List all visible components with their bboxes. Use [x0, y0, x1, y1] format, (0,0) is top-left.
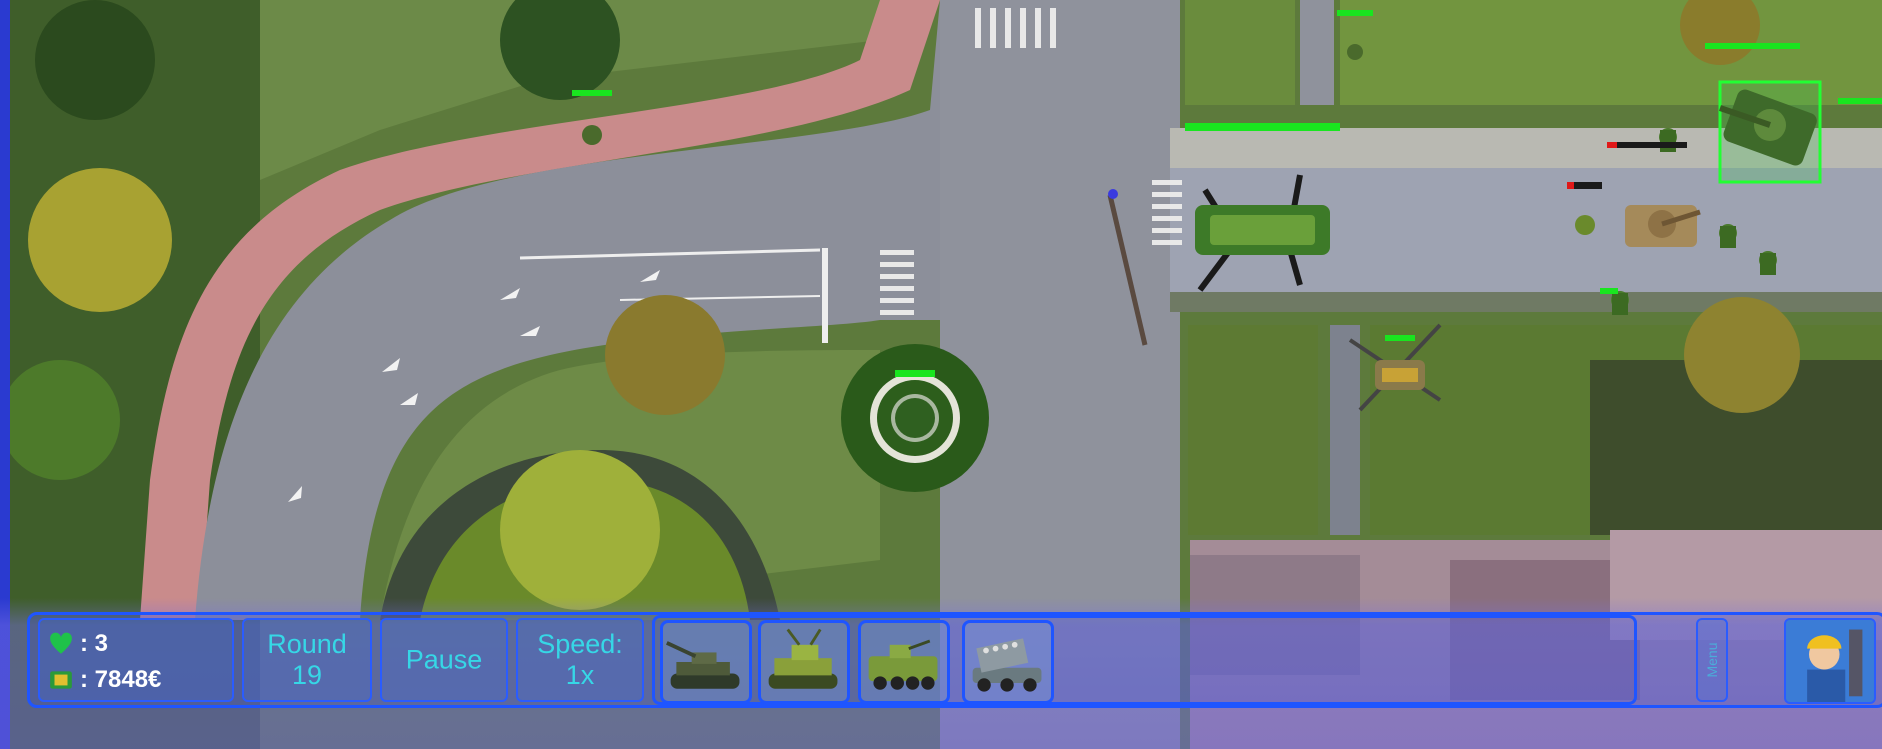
- money-row: : 7848€: [48, 666, 161, 694]
- tank-icon: [666, 641, 740, 689]
- speed-label: Speed:: [537, 629, 623, 659]
- unit-card-apc[interactable]: [858, 620, 950, 704]
- rocket-launcher-icon: [972, 638, 1042, 692]
- lives-row: : 3: [48, 630, 108, 658]
- aa-tank-icon: [768, 628, 838, 689]
- tank-health-bar: [1705, 43, 1800, 49]
- money-icon: [50, 671, 72, 689]
- unit-card-tank[interactable]: [660, 620, 752, 704]
- stats-panel: : 3 : 7848€: [38, 618, 234, 702]
- enemy-tank-desert[interactable]: [1625, 205, 1701, 247]
- round-label: Round: [267, 629, 347, 659]
- pause-label: Pause: [405, 644, 483, 675]
- desert-tank-health-bar: [1567, 182, 1574, 189]
- enemy-soldier[interactable]: [1575, 215, 1595, 235]
- walker-health-bar: [1185, 123, 1340, 131]
- speed-value: 1x: [565, 660, 595, 690]
- round-value: 19: [291, 660, 323, 690]
- drone-health-bar: [1385, 335, 1415, 341]
- pause-button[interactable]: Pause: [380, 618, 508, 702]
- enemy-soldier[interactable]: [1611, 291, 1629, 315]
- soldier-health-bar: [1600, 288, 1618, 294]
- unit-card-rocket-launcher[interactable]: [962, 620, 1054, 704]
- worker-avatar-icon: [1786, 620, 1874, 702]
- turret-health-bar: [895, 370, 935, 377]
- enemy-soldier[interactable]: [582, 125, 602, 145]
- money-value: : 7848€: [80, 666, 162, 693]
- lives-value: : 3: [80, 630, 109, 657]
- unit-card-aa-tank[interactable]: [758, 620, 850, 704]
- turret-tower[interactable]: [841, 344, 989, 492]
- menu-label: Menu: [1704, 642, 1720, 678]
- game-screen: : 3 : 7848€ Round 19 Pause Speed: 1x Men…: [0, 0, 1882, 749]
- menu-button[interactable]: Menu: [1696, 618, 1728, 702]
- enemy-soldier[interactable]: [1347, 44, 1363, 60]
- advisor-portrait[interactable]: [1784, 618, 1876, 704]
- enemy-soldier[interactable]: [1719, 224, 1737, 248]
- enemy-soldier[interactable]: [1759, 251, 1777, 275]
- enemy-soldier[interactable]: [1659, 128, 1677, 152]
- round-panel: Round 19: [242, 618, 372, 702]
- speed-button[interactable]: Speed: 1x: [516, 618, 644, 702]
- edge-health-bar: [1838, 98, 1882, 104]
- heart-icon: [50, 632, 72, 654]
- apc-icon: [868, 639, 938, 690]
